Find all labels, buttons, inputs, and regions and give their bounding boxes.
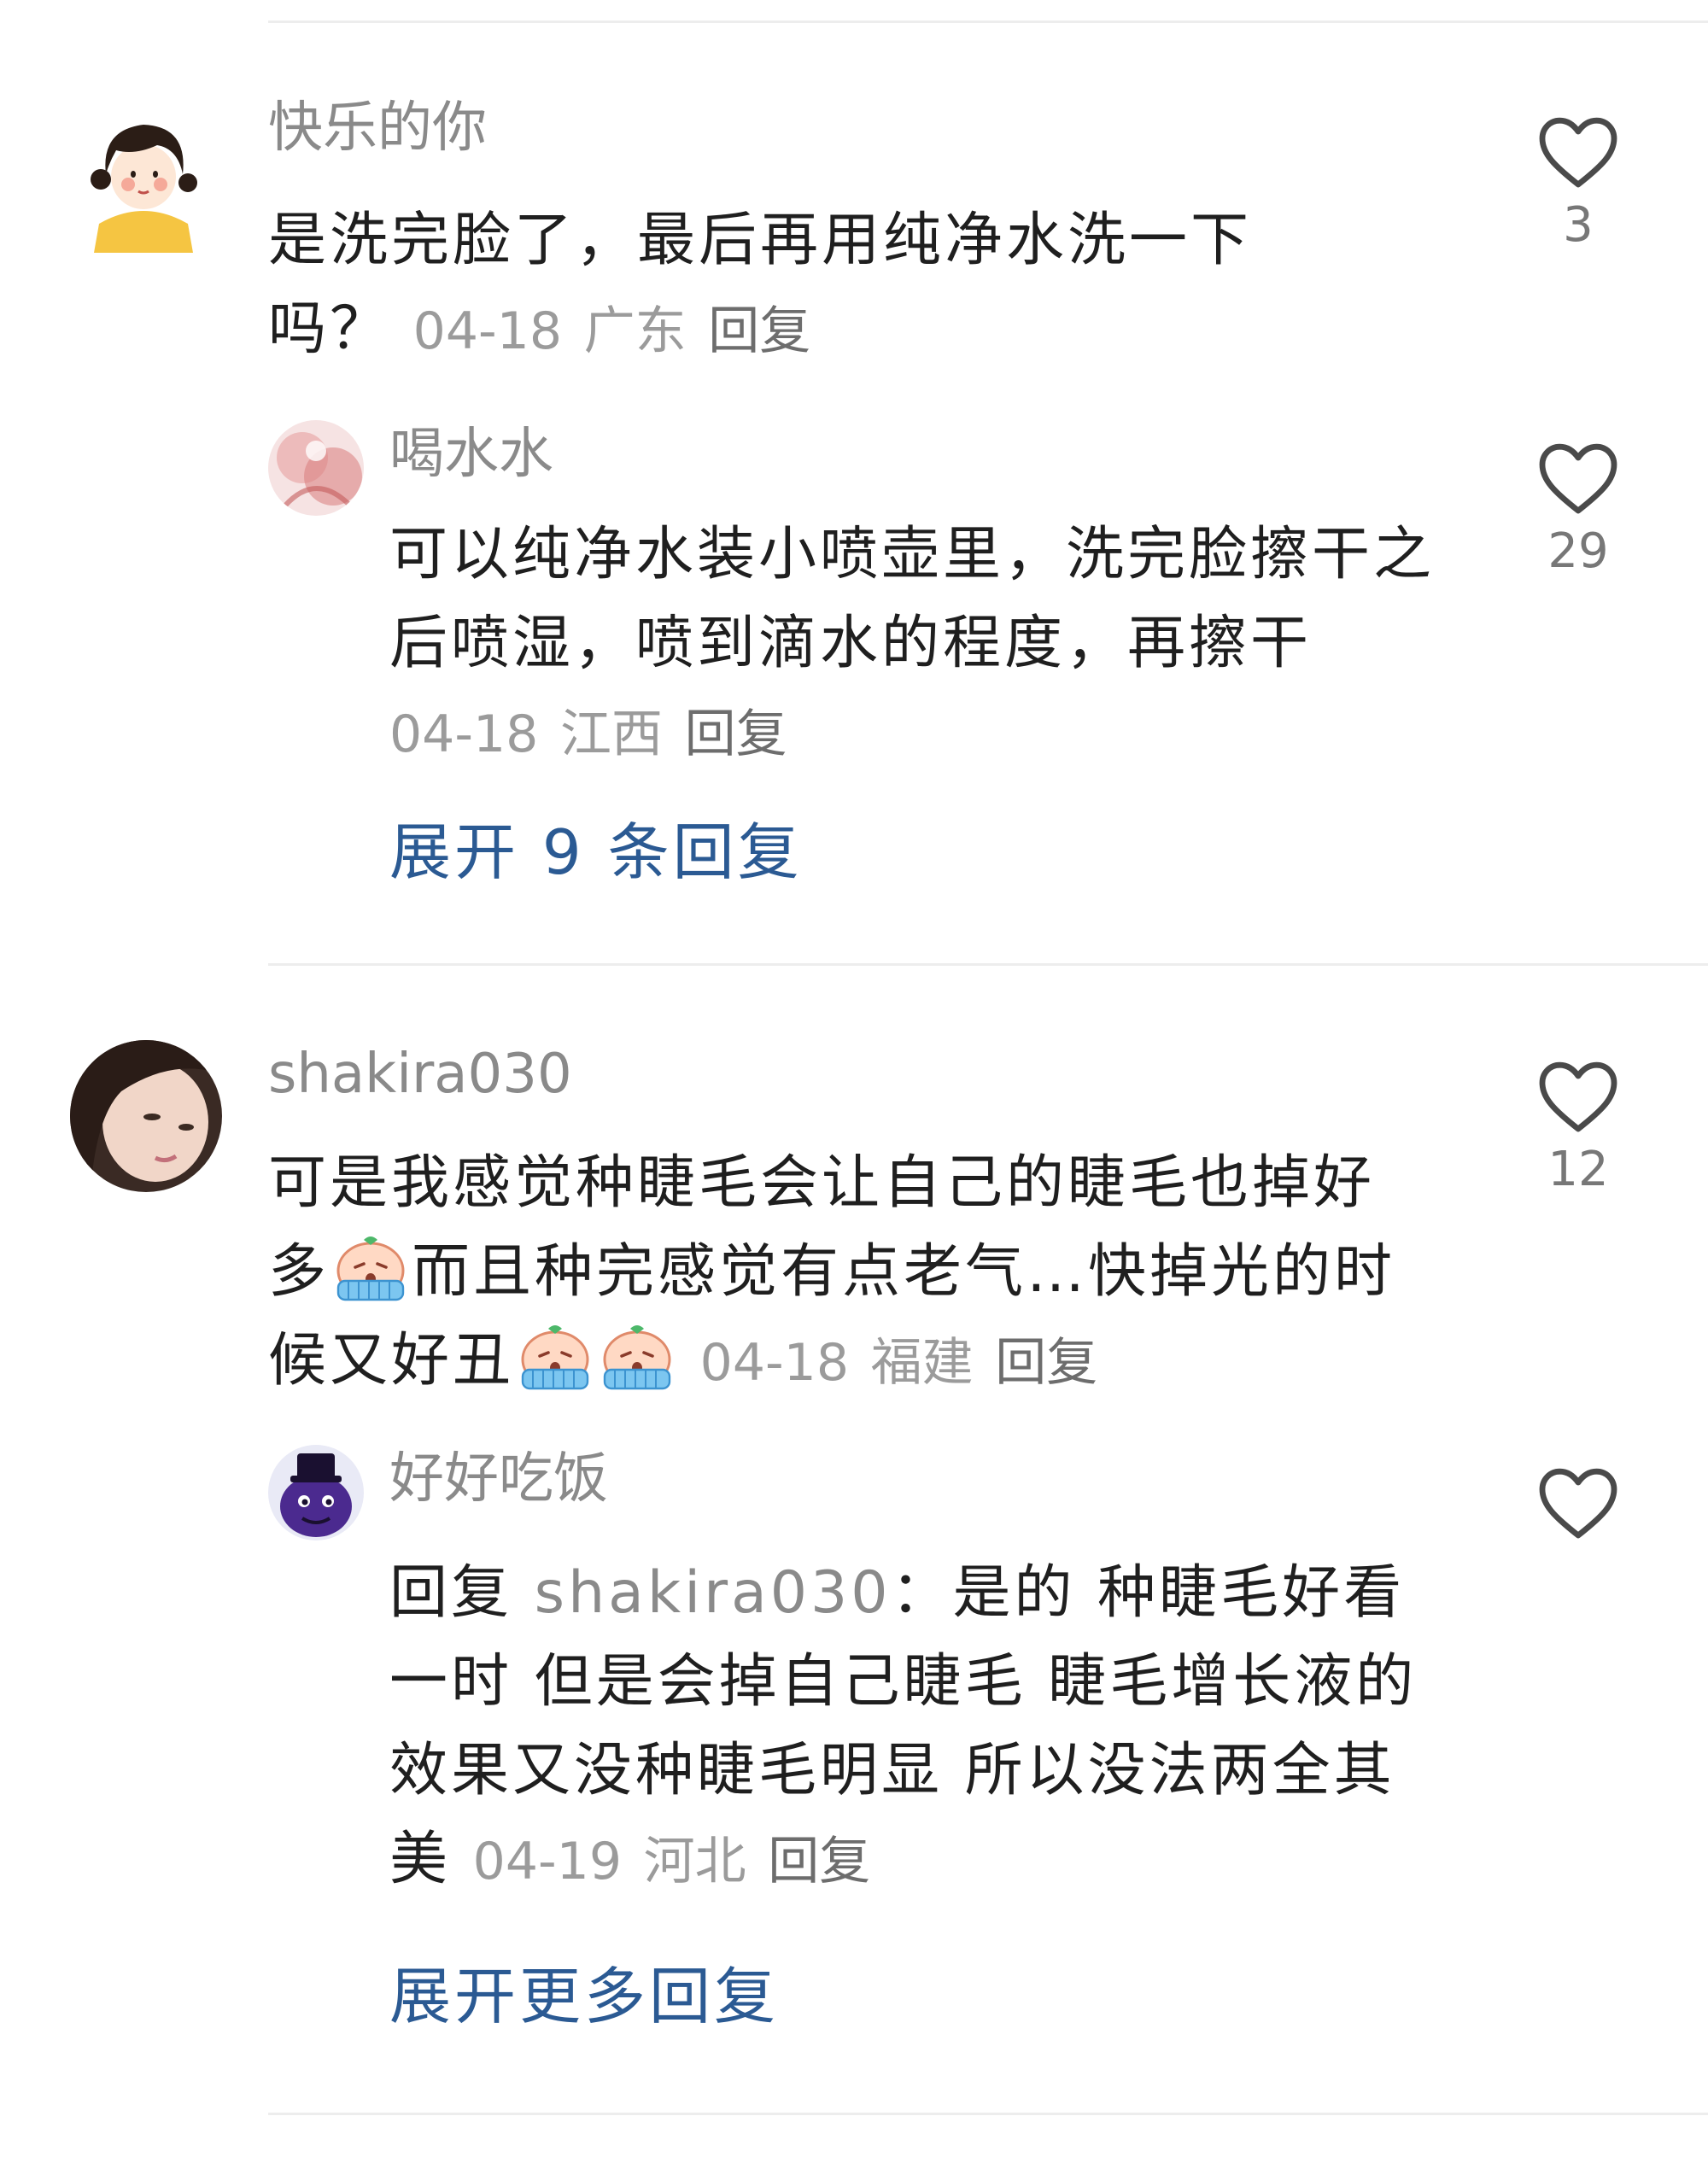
avatar[interactable]	[268, 420, 364, 516]
avatar[interactable]	[75, 96, 212, 253]
heart-icon	[1539, 1061, 1617, 1132]
comment-text: 回复 shakira030：是的 种睫毛好看一时 但是会掉自己睫毛 睫毛增长液的…	[389, 1549, 1431, 1906]
mention-link[interactable]: shakira030	[535, 1559, 892, 1627]
avatar[interactable]	[268, 1445, 364, 1540]
comment-date: 04-18	[699, 1333, 849, 1393]
reply-button[interactable]: 回复	[768, 1832, 870, 1891]
reply-button[interactable]: 回复	[708, 301, 810, 361]
divider	[268, 2113, 1708, 2115]
comment-location: 江西	[559, 704, 663, 764]
comment-text: 可以纯净水装小喷壶里，洗完脸擦干之后喷湿，喷到滴水的程度，再擦干 04-18 江…	[389, 511, 1448, 779]
reply-body: 可以纯净水装小喷壶里，洗完脸擦干之后喷湿，喷到滴水的程度，再擦干	[389, 521, 1436, 677]
comment-text: 是洗完脸了，最后再用纯净水洗一下吗？ 04-18 广东 回复	[268, 196, 1344, 376]
username[interactable]: shakira030	[268, 1047, 572, 1102]
like-count: 3	[1563, 197, 1594, 253]
reply-prefix: 回复	[389, 1559, 513, 1627]
like-count: 12	[1547, 1142, 1609, 1197]
like-button[interactable]: 29	[1518, 441, 1638, 576]
avatar[interactable]	[70, 1040, 222, 1192]
username[interactable]: 喝水水	[389, 427, 553, 482]
expand-replies-button[interactable]: 展开更多回复	[389, 1966, 779, 2027]
like-button[interactable]: 3	[1518, 114, 1638, 249]
comment-location: 河北	[643, 1832, 746, 1891]
comment-date: 04-19	[472, 1832, 622, 1891]
comment-date: 04-18	[389, 704, 539, 764]
crying-face-emoji-icon	[336, 1236, 405, 1301]
expand-replies-button[interactable]: 展开 9 条回复	[389, 821, 803, 883]
heart-icon	[1539, 443, 1617, 514]
comment-location: 福建	[870, 1333, 974, 1393]
heart-icon	[1539, 1468, 1617, 1539]
crying-face-emoji-icon	[603, 1325, 671, 1390]
username[interactable]: 好好吃饭	[389, 1452, 608, 1506]
crying-face-emoji-icon	[521, 1325, 589, 1390]
comment-date: 04-18	[412, 301, 562, 361]
heart-icon	[1539, 117, 1617, 188]
username[interactable]: 快乐的你	[268, 101, 487, 155]
like-count: 29	[1547, 523, 1609, 579]
reply-button[interactable]: 回复	[685, 704, 787, 764]
like-button[interactable]	[1518, 1465, 1638, 1540]
comment-location: 广东	[583, 301, 687, 361]
divider	[268, 20, 1708, 23]
divider	[268, 963, 1708, 966]
reply-button[interactable]: 回复	[995, 1333, 1097, 1393]
like-button[interactable]: 12	[1518, 1059, 1638, 1194]
comment-text: 可是我感觉种睫毛会让自己的睫毛也掉好多 而且种完感觉有点老气…快掉光的时候又好丑…	[268, 1139, 1413, 1407]
